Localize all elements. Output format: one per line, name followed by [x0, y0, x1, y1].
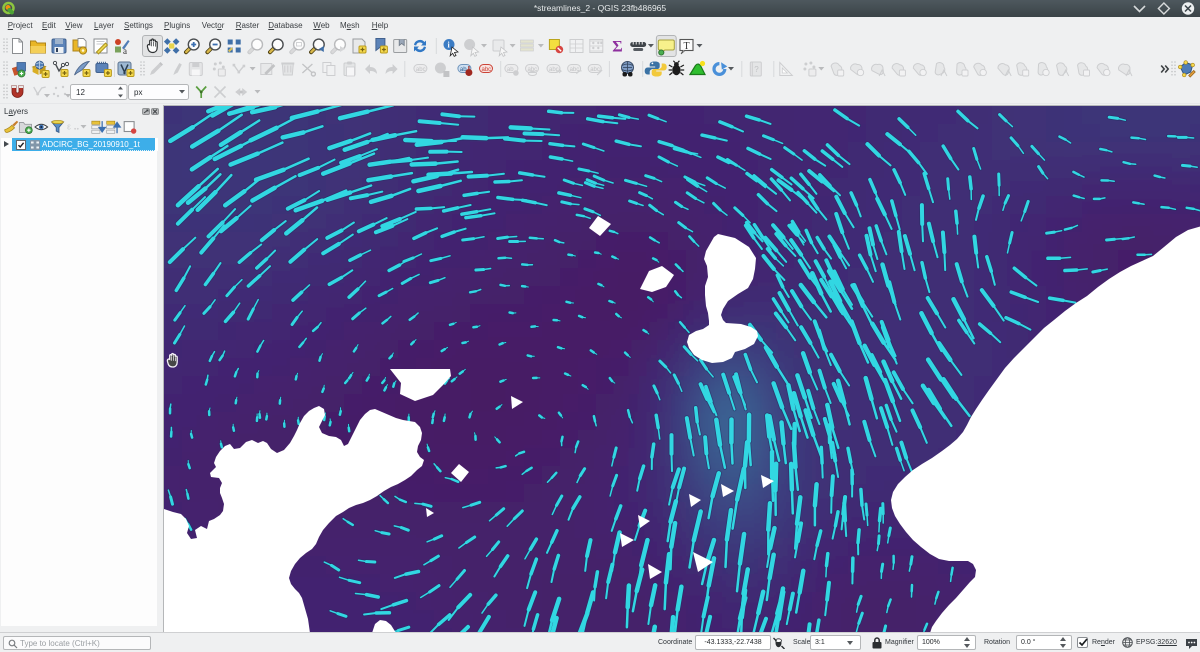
svg-text:12: 12	[76, 88, 85, 97]
svg-text:ε: ε	[67, 122, 71, 132]
svg-text:T: T	[684, 41, 690, 52]
svg-text:abc: abc	[416, 67, 426, 73]
svg-text:?: ?	[754, 65, 759, 74]
svg-text:abc: abc	[482, 67, 492, 73]
svg-text:ab: ab	[507, 67, 514, 73]
svg-text:a: a	[123, 46, 127, 56]
svg-text:abc: abc	[549, 67, 559, 73]
svg-text:abc: abc	[590, 67, 600, 73]
svg-text:px: px	[134, 88, 142, 97]
svg-text:Σ: Σ	[612, 39, 622, 56]
